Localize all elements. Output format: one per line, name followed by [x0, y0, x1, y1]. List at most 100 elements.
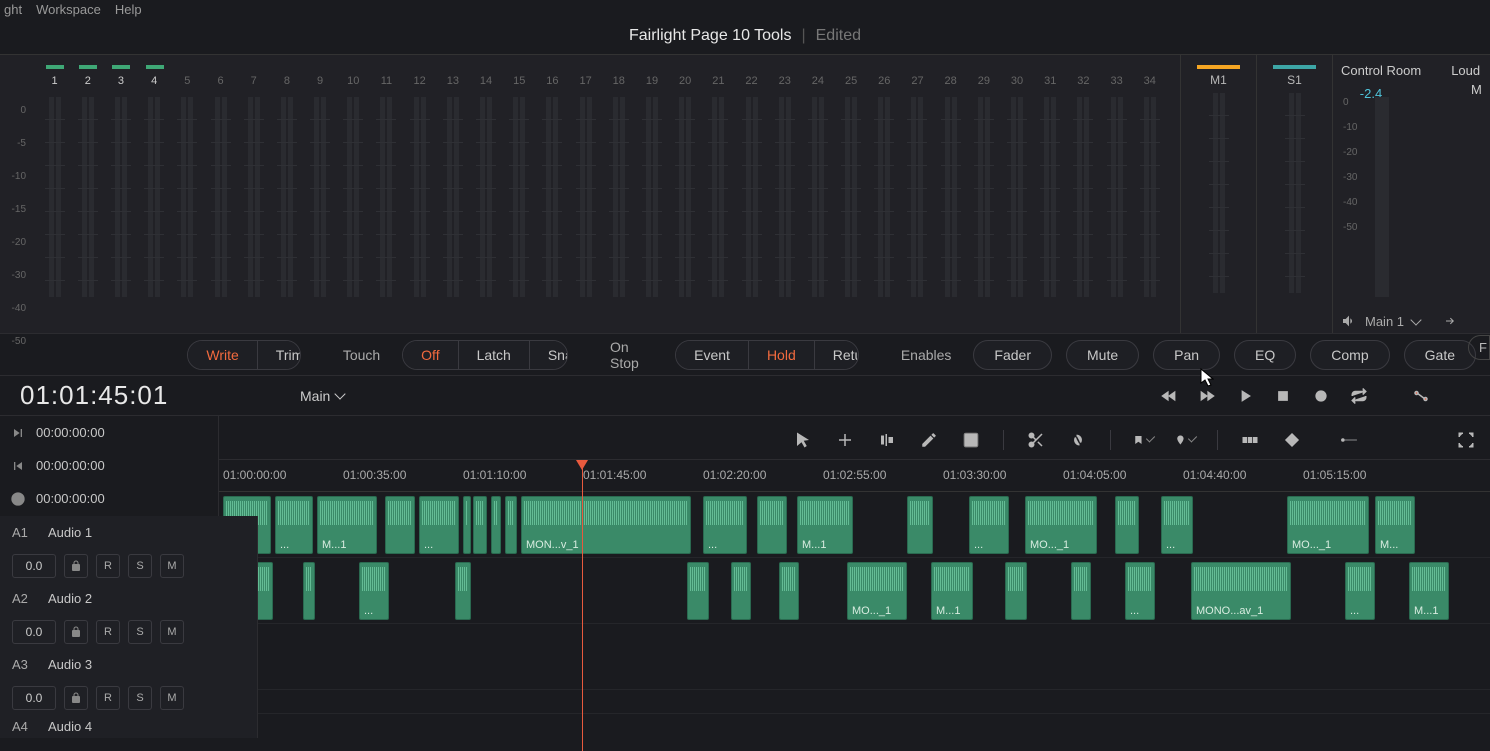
meter-11[interactable]: 11: [370, 65, 403, 93]
s-button[interactable]: S: [128, 686, 152, 710]
meter-13[interactable]: 13: [436, 65, 469, 93]
audio-clip[interactable]: [505, 496, 517, 554]
scissors-icon[interactable]: [1026, 430, 1046, 450]
pan-button[interactable]: Pan: [1153, 340, 1220, 370]
return-button[interactable]: Return: [815, 341, 859, 369]
event-button[interactable]: Event: [676, 341, 749, 369]
meter-21[interactable]: 21: [702, 65, 735, 93]
comp-button[interactable]: Comp: [1310, 340, 1389, 370]
timeline-selector[interactable]: Main: [300, 388, 344, 404]
track-header-A1[interactable]: A1Audio 10.0RSM: [0, 516, 258, 582]
automation-tool[interactable]: [961, 430, 981, 450]
speaker-icon[interactable]: [1341, 313, 1357, 329]
menu-workspace[interactable]: Workspace: [36, 2, 101, 17]
meter-32[interactable]: 32: [1067, 65, 1100, 93]
audio-clip[interactable]: ...: [1345, 562, 1375, 620]
trim-tool[interactable]: [877, 430, 897, 450]
meter-33[interactable]: 33: [1100, 65, 1133, 93]
tc-in[interactable]: 00:00:00:00: [0, 416, 218, 449]
meter-4[interactable]: 4: [138, 65, 171, 93]
off-button[interactable]: Off: [403, 341, 458, 369]
link-icon[interactable]: [1068, 430, 1088, 450]
playhead[interactable]: [582, 460, 583, 751]
meter-28[interactable]: 28: [934, 65, 967, 93]
audio-clip[interactable]: MO..._1: [1287, 496, 1369, 554]
range-tool[interactable]: [835, 430, 855, 450]
lock-icon[interactable]: [64, 686, 88, 710]
meter-30[interactable]: 30: [1000, 65, 1033, 93]
audio-clip[interactable]: MON...v_1: [521, 496, 691, 554]
audio-clip[interactable]: [1005, 562, 1027, 620]
meter-6[interactable]: 6: [204, 65, 237, 93]
audio-clip[interactable]: ...: [703, 496, 747, 554]
meter-1[interactable]: 1: [38, 65, 71, 93]
audio-clip[interactable]: [491, 496, 501, 554]
audio-clip[interactable]: [757, 496, 787, 554]
meter-17[interactable]: 17: [569, 65, 602, 93]
audio-clip[interactable]: MO..._1: [1025, 496, 1097, 554]
s-button[interactable]: S: [128, 620, 152, 644]
meter-2[interactable]: 2: [71, 65, 104, 93]
volume-value[interactable]: 0.0: [12, 686, 56, 710]
lock-icon[interactable]: [64, 554, 88, 578]
r-button[interactable]: R: [96, 686, 120, 710]
slider-icon[interactable]: [1324, 430, 1374, 450]
track-lane-A2[interactable]: ...MO..._1M...1...MONO...av_1...M...1: [219, 558, 1490, 624]
snap-icon[interactable]: [1240, 430, 1260, 450]
meter-12[interactable]: 12: [403, 65, 436, 93]
audio-clip[interactable]: MO..._1: [847, 562, 907, 620]
loop-icon[interactable]: [1350, 387, 1368, 405]
audio-clip[interactable]: ...: [275, 496, 313, 554]
volume-value[interactable]: 0.0: [12, 554, 56, 578]
meter-15[interactable]: 15: [503, 65, 536, 93]
audio-clip[interactable]: M...1: [931, 562, 973, 620]
hold-button[interactable]: Hold: [749, 341, 815, 369]
pointer-tool[interactable]: [793, 430, 813, 450]
flag-blue-icon[interactable]: [1133, 430, 1153, 450]
write-button[interactable]: Write: [188, 341, 257, 369]
play-icon[interactable]: [1236, 387, 1254, 405]
audio-clip[interactable]: [385, 496, 415, 554]
meter-18[interactable]: 18: [602, 65, 635, 93]
audio-clip[interactable]: [463, 496, 471, 554]
meter-24[interactable]: 24: [801, 65, 834, 93]
automation-icon[interactable]: [1412, 387, 1430, 405]
stop-icon[interactable]: [1274, 387, 1292, 405]
audio-clip[interactable]: [455, 562, 471, 620]
fader-button[interactable]: Fader: [973, 340, 1052, 370]
r-button[interactable]: R: [96, 620, 120, 644]
mute-button[interactable]: Mute: [1066, 340, 1139, 370]
lock-icon[interactable]: [64, 620, 88, 644]
audio-clip[interactable]: M...1: [1409, 562, 1449, 620]
expand-icon[interactable]: [1456, 430, 1476, 450]
audio-clip[interactable]: [473, 496, 487, 554]
output-selector[interactable]: Main 1: [1365, 314, 1404, 329]
meter-29[interactable]: 29: [967, 65, 1000, 93]
audio-clip[interactable]: MONO...av_1: [1191, 562, 1291, 620]
meter-22[interactable]: 22: [735, 65, 768, 93]
meter-14[interactable]: 14: [469, 65, 502, 93]
track-lane-A1[interactable]: ......M...1...MON...v_1...M...1...MO..._…: [219, 492, 1490, 558]
meter-20[interactable]: 20: [669, 65, 702, 93]
track-header-A3[interactable]: A3Audio 30.0RSM: [0, 648, 258, 714]
audio-clip[interactable]: M...: [1375, 496, 1415, 554]
r-button[interactable]: R: [96, 554, 120, 578]
gate-button[interactable]: Gate: [1404, 340, 1476, 370]
marker-blue-icon[interactable]: [1175, 430, 1195, 450]
s-button[interactable]: S: [128, 554, 152, 578]
meter-16[interactable]: 16: [536, 65, 569, 93]
meter-8[interactable]: 8: [270, 65, 303, 93]
audio-clip[interactable]: ...: [1161, 496, 1193, 554]
meter-34[interactable]: 34: [1133, 65, 1166, 93]
audio-clip[interactable]: ...: [969, 496, 1009, 554]
meter-19[interactable]: 19: [635, 65, 668, 93]
timecode-display[interactable]: 01:01:45:01: [20, 380, 260, 411]
meter-27[interactable]: 27: [901, 65, 934, 93]
audio-clip[interactable]: [907, 496, 933, 554]
meter-26[interactable]: 26: [868, 65, 901, 93]
audio-clip[interactable]: M...1: [797, 496, 853, 554]
eq-button[interactable]: EQ: [1234, 340, 1296, 370]
tc-duration[interactable]: 00:00:00:00: [0, 482, 218, 515]
fast-forward-icon[interactable]: [1198, 387, 1216, 405]
tc-out[interactable]: 00:00:00:00: [0, 449, 218, 482]
